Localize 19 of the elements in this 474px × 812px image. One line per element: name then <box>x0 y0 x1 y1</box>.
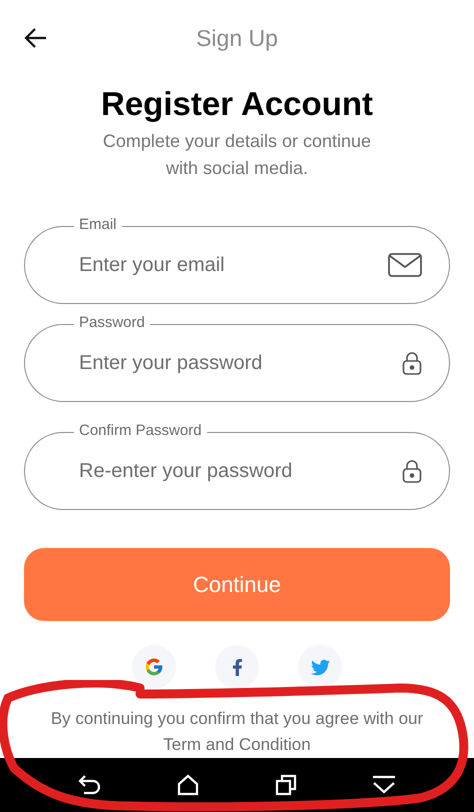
back-button[interactable] <box>24 26 48 50</box>
heading: Register Account <box>101 84 373 124</box>
home-icon[interactable] <box>177 774 200 796</box>
continue-button[interactable]: Continue <box>24 548 450 621</box>
lock-icon <box>402 459 422 483</box>
back-arrow-icon <box>24 27 48 49</box>
recent-apps-icon[interactable] <box>274 774 297 796</box>
bird-icon <box>310 658 330 676</box>
envelope-icon <box>388 253 422 277</box>
google-button[interactable] <box>132 645 176 689</box>
facebook-button[interactable] <box>215 645 259 689</box>
terms-text: By continuing you confirm that you agree with our Term and Condition <box>50 708 424 756</box>
subtitle: Complete your details or continue with social media. <box>102 130 372 180</box>
back-icon[interactable] <box>78 775 102 795</box>
lock-icon <box>402 351 422 375</box>
page-title: Sign Up <box>196 24 278 53</box>
chevron-down-icon[interactable] <box>372 775 396 795</box>
twitter-button[interactable] <box>298 645 342 689</box>
google-g-icon <box>144 657 164 677</box>
